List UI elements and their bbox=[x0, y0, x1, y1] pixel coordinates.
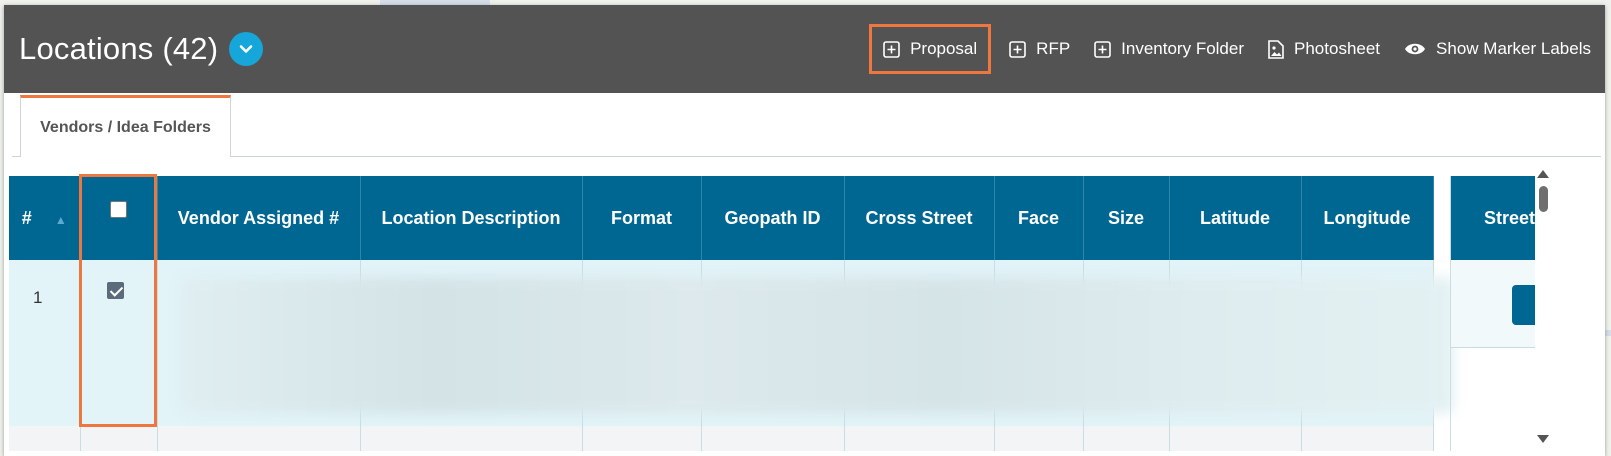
street-view-cell bbox=[1451, 260, 1542, 348]
locations-table: # ▲ Vendor Assigned # Location Descripti… bbox=[9, 176, 1531, 451]
sticky-street-column: Street bbox=[1450, 176, 1542, 451]
tab-bar: Vendors / Idea Folders bbox=[12, 93, 1601, 157]
photosheet-button[interactable]: Photosheet bbox=[1256, 26, 1392, 72]
add-proposal-button[interactable]: Proposal bbox=[869, 24, 992, 74]
column-header-cross-street[interactable]: Cross Street bbox=[844, 176, 995, 260]
redacted-row-content bbox=[179, 277, 1454, 414]
row-number: 1 bbox=[33, 288, 43, 307]
rfp-label: RFP bbox=[1036, 39, 1071, 58]
column-header-vendor-assigned[interactable]: Vendor Assigned # bbox=[157, 176, 361, 260]
header-actions: Proposal RFP Inventory Folder Photosheet bbox=[869, 5, 1605, 93]
column-header-format[interactable]: Format bbox=[582, 176, 702, 260]
column-header-street[interactable]: Street bbox=[1451, 176, 1535, 260]
column-header-longitude[interactable]: Longitude bbox=[1301, 176, 1434, 260]
scrollbar-thumb[interactable] bbox=[1539, 186, 1548, 212]
tab-vendors-idea-folders[interactable]: Vendors / Idea Folders bbox=[20, 95, 231, 157]
sort-ascending-icon: ▲ bbox=[54, 212, 67, 227]
column-header-location-description[interactable]: Location Description bbox=[360, 176, 583, 260]
show-marker-labels-label: Show Marker Labels bbox=[1436, 39, 1591, 58]
column-header-geopath-id[interactable]: Geopath ID bbox=[701, 176, 845, 260]
page-title: Locations (42) bbox=[19, 31, 219, 66]
scroll-up-arrow-icon[interactable] bbox=[1537, 170, 1549, 178]
eye-icon bbox=[1404, 42, 1426, 56]
inventory-folder-label: Inventory Folder bbox=[1121, 39, 1245, 58]
chevron-down-icon bbox=[239, 45, 253, 53]
add-inventory-folder-button[interactable]: Inventory Folder bbox=[1082, 26, 1256, 72]
column-header-face[interactable]: Face bbox=[994, 176, 1084, 260]
photosheet-label: Photosheet bbox=[1294, 39, 1381, 58]
table-scrollbar[interactable] bbox=[1535, 164, 1551, 451]
scroll-down-arrow-icon[interactable] bbox=[1537, 435, 1549, 443]
plus-square-icon bbox=[1094, 40, 1111, 58]
panel-header: Locations (42) Proposal RFP Inventory Fo… bbox=[4, 5, 1605, 93]
row-number-cell: 1 bbox=[9, 260, 81, 426]
proposal-label: Proposal bbox=[910, 39, 978, 58]
column-header-latitude[interactable]: Latitude bbox=[1169, 176, 1302, 260]
plus-square-icon bbox=[1009, 40, 1026, 58]
plus-square-icon bbox=[883, 40, 900, 58]
add-rfp-button[interactable]: RFP bbox=[997, 26, 1082, 72]
table-row[interactable] bbox=[9, 426, 1434, 451]
show-marker-labels-button[interactable]: Show Marker Labels bbox=[1392, 26, 1603, 72]
title-dropdown-button[interactable] bbox=[229, 32, 264, 66]
image-file-icon bbox=[1268, 39, 1284, 59]
column-header-number[interactable]: # ▲ bbox=[9, 176, 81, 260]
column-header-size[interactable]: Size bbox=[1083, 176, 1170, 260]
checkbox-column-highlight bbox=[79, 174, 157, 427]
table-header-row: # ▲ Vendor Assigned # Location Descripti… bbox=[9, 176, 1434, 260]
